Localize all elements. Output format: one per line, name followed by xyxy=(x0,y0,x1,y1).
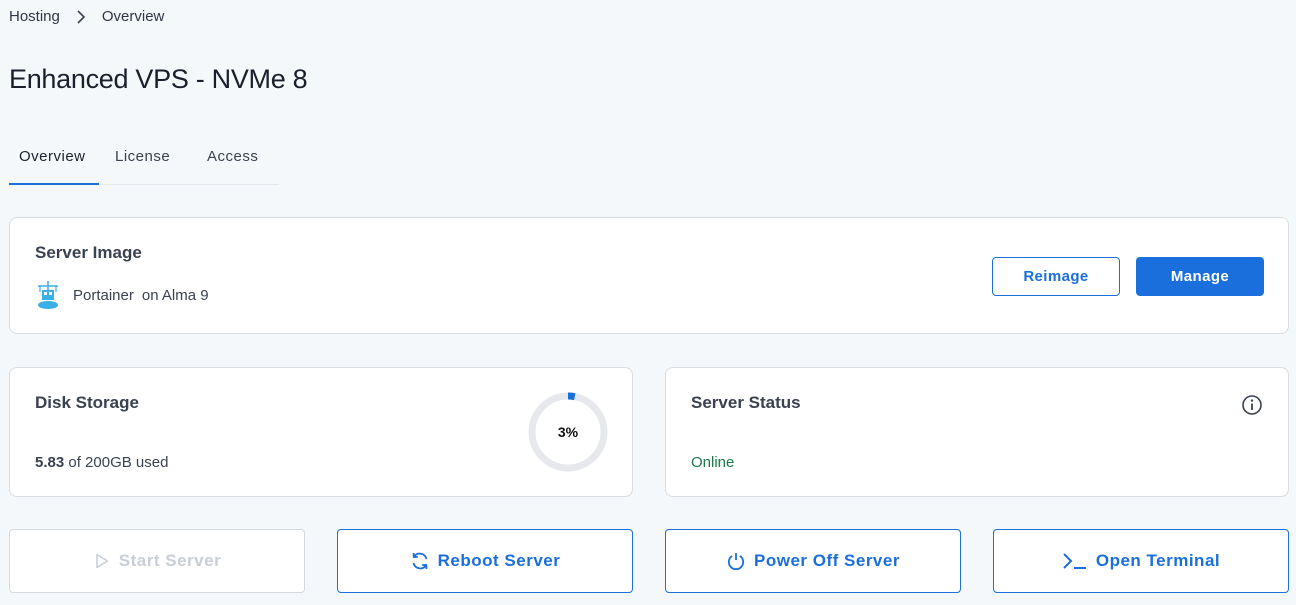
power-off-server-button[interactable]: Power Off Server xyxy=(665,529,961,593)
power-icon xyxy=(727,553,745,571)
server-image-os: on Alma 9 xyxy=(141,286,209,304)
disk-storage-card: Disk Storage 5.83 of 200GB used 3% xyxy=(9,367,633,497)
terminal-icon xyxy=(1063,553,1086,569)
start-server-button[interactable]: Start Server xyxy=(9,529,305,593)
server-status-value: Online xyxy=(691,454,735,471)
chevron-right-icon xyxy=(76,9,86,24)
tab-license[interactable]: License xyxy=(99,140,191,183)
power-off-server-label: Power Off Server xyxy=(754,551,900,570)
start-server-label: Start Server xyxy=(118,551,222,570)
disk-storage-title: Disk Storage xyxy=(35,393,139,412)
breadcrumb: Hosting Overview xyxy=(9,8,164,25)
server-image-app: Portainer xyxy=(73,286,134,304)
disk-usage-text: 5.83 of 200GB used xyxy=(35,454,168,471)
breadcrumb-overview: Overview xyxy=(101,8,165,25)
server-image-title: Server Image xyxy=(35,243,142,262)
open-terminal-label: Open Terminal xyxy=(1095,551,1221,570)
server-image-card: Server Image Portainer on Alma 9 Reimage… xyxy=(9,217,1289,334)
server-image-info: Portainer on Alma 9 xyxy=(35,280,209,310)
portainer-icon xyxy=(35,280,61,310)
tab-access[interactable]: Access xyxy=(191,140,279,183)
page-title: Enhanced VPS - NVMe 8 xyxy=(9,64,308,94)
refresh-icon xyxy=(412,552,428,570)
disk-used-value: 5.83 xyxy=(35,454,65,471)
manage-button[interactable]: Manage xyxy=(1136,257,1264,296)
disk-percent-label: 3% xyxy=(557,424,579,440)
open-terminal-button[interactable]: Open Terminal xyxy=(993,529,1289,593)
reimage-button[interactable]: Reimage xyxy=(992,257,1120,296)
breadcrumb-hosting[interactable]: Hosting xyxy=(9,8,60,25)
disk-used-suffix: of 200GB used xyxy=(64,454,169,471)
server-status-title: Server Status xyxy=(691,393,801,412)
info-icon[interactable] xyxy=(1241,394,1263,416)
tab-overview[interactable]: Overview xyxy=(9,140,99,185)
reboot-server-label: Reboot Server xyxy=(437,551,561,570)
tab-bar: Overview License Access xyxy=(9,140,279,185)
reboot-server-button[interactable]: Reboot Server xyxy=(337,529,633,593)
play-icon xyxy=(95,553,109,569)
server-status-card: Server Status Online xyxy=(665,367,1289,497)
